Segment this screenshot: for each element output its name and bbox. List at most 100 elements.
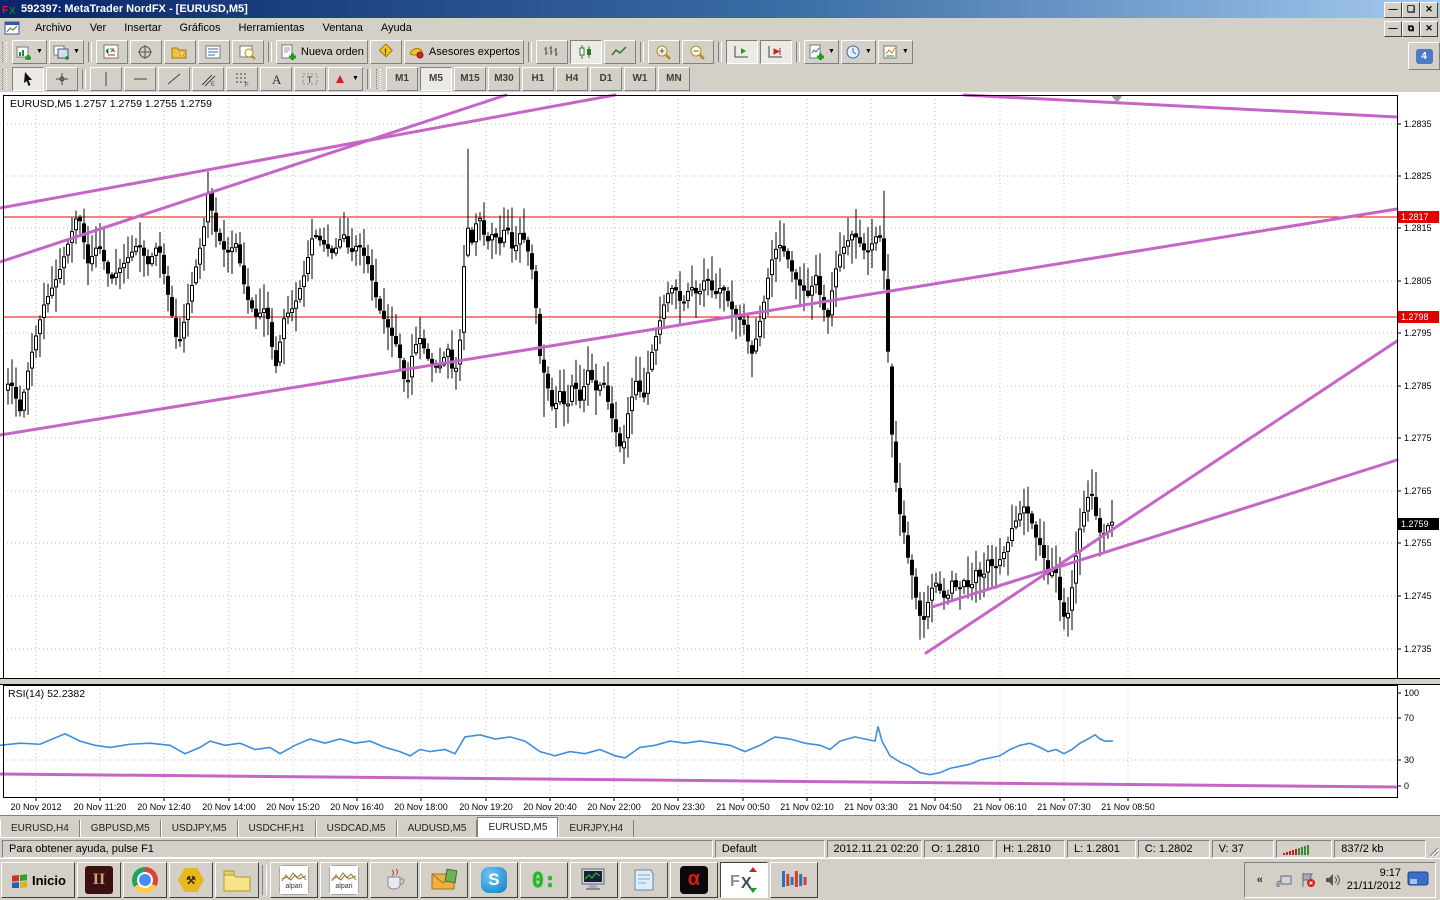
text-button[interactable]: A xyxy=(260,67,292,91)
timeframe-d1-button[interactable]: D1 xyxy=(590,67,622,91)
quicklaunch-folder[interactable] xyxy=(215,862,259,898)
network-icon[interactable] xyxy=(1275,871,1293,889)
zoom-in-button[interactable] xyxy=(648,40,680,64)
timeframe-h4-button[interactable]: H4 xyxy=(556,67,588,91)
toolbar-grip[interactable] xyxy=(2,42,7,62)
resize-grip[interactable] xyxy=(1426,840,1440,858)
menu-ayuda[interactable]: Ayuda xyxy=(372,19,421,37)
candles-mode-button[interactable] xyxy=(570,40,602,64)
toolbar-grip[interactable] xyxy=(2,69,7,89)
chart-tab-usdcadm5[interactable]: USDCAD,M5 xyxy=(316,820,397,838)
hline-button[interactable] xyxy=(124,67,156,91)
taskbar-app-alpha[interactable]: α xyxy=(670,862,718,898)
terminal-button[interactable] xyxy=(198,40,230,64)
taskbar-app-metatrader-fx[interactable]: FX xyxy=(720,862,768,898)
maximize-button[interactable]: ❑ xyxy=(1402,2,1420,18)
chevron-down-icon[interactable]: ▼ xyxy=(352,75,359,82)
status-profile[interactable]: Default xyxy=(715,840,825,858)
tray-clock[interactable]: 9:1721/11/2012 xyxy=(1347,867,1401,893)
notification-bubble-button[interactable]: 4 xyxy=(1408,42,1440,70)
bars-mode-button[interactable] xyxy=(536,40,568,64)
templates-button[interactable]: ▼ xyxy=(878,40,913,64)
quicklaunch-game[interactable]: ⚒ xyxy=(169,862,213,898)
toolbar-grip[interactable] xyxy=(376,69,381,89)
child-close-button[interactable]: ✕ xyxy=(1420,21,1438,37)
close-button[interactable]: ✕ xyxy=(1420,2,1438,18)
collapse-chevron-icon[interactable]: « xyxy=(1251,871,1269,889)
channel-button[interactable]: E xyxy=(192,67,224,91)
menu-items: ArchivoVerInsertarGráficosHerramientasVe… xyxy=(26,19,421,37)
indicators-button[interactable]: ▼ xyxy=(804,40,839,64)
chart-tab-eurjpyh4[interactable]: EURJPY,H4 xyxy=(558,820,634,838)
taskbar-app-email[interactable] xyxy=(420,862,468,898)
vline-button[interactable] xyxy=(90,67,122,91)
taskbar-app-monitor-chart[interactable] xyxy=(570,862,618,898)
chart-tab-eurusdh4[interactable]: EURUSD,H4 xyxy=(0,820,80,838)
timeframe-mn-button[interactable]: MN xyxy=(658,67,690,91)
taskbar-app-zero-clock[interactable]: 0: xyxy=(520,862,568,898)
cursor-button[interactable] xyxy=(12,67,44,91)
menu-insertar[interactable]: Insertar xyxy=(115,19,170,37)
quicklaunch-chrome[interactable] xyxy=(123,862,167,898)
arrows-button[interactable]: ▼ xyxy=(328,67,363,91)
show-desktop-button[interactable] xyxy=(1407,870,1429,891)
taskbar-app-alpari[interactable]: alpari xyxy=(320,862,368,898)
menu-herramientas[interactable]: Herramientas xyxy=(229,19,313,37)
speaker-icon[interactable] xyxy=(1323,871,1341,889)
chevron-down-icon[interactable]: ▼ xyxy=(36,48,43,55)
autoscroll-button[interactable] xyxy=(726,40,758,64)
timeframe-m1-button[interactable]: M1 xyxy=(386,67,418,91)
chevron-down-icon[interactable]: ▼ xyxy=(828,48,835,55)
quicklaunch-lineage[interactable]: II xyxy=(77,862,121,898)
chevron-down-icon[interactable]: ▼ xyxy=(865,48,872,55)
taskbar-app-notepad[interactable] xyxy=(620,862,668,898)
market-watch-button[interactable] xyxy=(96,40,128,64)
chart-window-icon[interactable] xyxy=(4,20,20,36)
line-mode-button[interactable] xyxy=(604,40,636,64)
chart-tab-usdchfh1[interactable]: USDCHF,H1 xyxy=(238,820,316,838)
experts-button[interactable]: Asesores expertos xyxy=(404,40,524,64)
warning-button[interactable]: ! xyxy=(370,40,402,64)
fibo-button[interactable]: F xyxy=(226,67,258,91)
minimize-button[interactable]: — xyxy=(1384,2,1402,18)
price-badge: 1.2759 xyxy=(1401,519,1429,529)
navigator-button[interactable] xyxy=(164,40,196,64)
chevron-down-icon[interactable]: ▼ xyxy=(73,48,80,55)
taskbar-app-java[interactable] xyxy=(370,862,418,898)
timeframe-h1-button[interactable]: H1 xyxy=(522,67,554,91)
menu-archivo[interactable]: Archivo xyxy=(26,19,81,37)
chart-shift-button[interactable] xyxy=(760,40,792,64)
timeframe-m15-button[interactable]: M15 xyxy=(454,67,486,91)
taskbar-app-skype[interactable]: S xyxy=(470,862,518,898)
taskbar-app-equalizer[interactable] xyxy=(770,862,818,898)
chart-tab-usdjpym5[interactable]: USDJPY,M5 xyxy=(161,820,238,838)
menu-grficos[interactable]: Gráficos xyxy=(171,19,230,37)
profiles-button[interactable]: ▼ xyxy=(49,40,84,64)
child-minimize-button[interactable]: — xyxy=(1384,21,1402,37)
data-window-button[interactable] xyxy=(130,40,162,64)
periods-button[interactable]: ▼ xyxy=(841,40,876,64)
chart-tab-audusdm5[interactable]: AUDUSD,M5 xyxy=(397,820,478,838)
chart-canvas[interactable]: 1.28351.28251.28151.28051.27951.27851.27… xyxy=(0,92,1440,815)
timeframe-w1-button[interactable]: W1 xyxy=(624,67,656,91)
timeframe-m30-button[interactable]: M30 xyxy=(488,67,520,91)
security-flag-icon[interactable] xyxy=(1299,871,1317,889)
child-restore-button[interactable]: ⧉ xyxy=(1402,21,1420,37)
zoom-out-button[interactable] xyxy=(682,40,714,64)
new-chart-button[interactable]: ▼ xyxy=(12,40,47,64)
strategy-tester-button[interactable] xyxy=(232,40,264,64)
new-order-button[interactable]: Nueva orden xyxy=(276,40,368,64)
trendline-button[interactable] xyxy=(158,67,190,91)
label-button[interactable]: T xyxy=(294,67,326,91)
crosshair-button[interactable] xyxy=(46,67,78,91)
menu-ventana[interactable]: Ventana xyxy=(314,19,372,37)
taskbar-app-alpari[interactable]: alpari xyxy=(270,862,318,898)
menu-ver[interactable]: Ver xyxy=(81,19,116,37)
chevron-down-icon[interactable]: ▼ xyxy=(902,48,909,55)
timeframe-m5-button[interactable]: M5 xyxy=(420,67,452,91)
chart-tab-eurusdm5[interactable]: EURUSD,M5 xyxy=(477,817,558,838)
start-button[interactable]: Inicio xyxy=(1,862,75,898)
chart-window[interactable]: 1.28351.28251.28151.28051.27951.27851.27… xyxy=(0,92,1440,815)
title-bar[interactable]: FX 592397: MetaTrader NordFX - [EURUSD,M… xyxy=(0,0,1440,18)
chart-tab-gbpusdm5[interactable]: GBPUSD,M5 xyxy=(80,820,161,838)
